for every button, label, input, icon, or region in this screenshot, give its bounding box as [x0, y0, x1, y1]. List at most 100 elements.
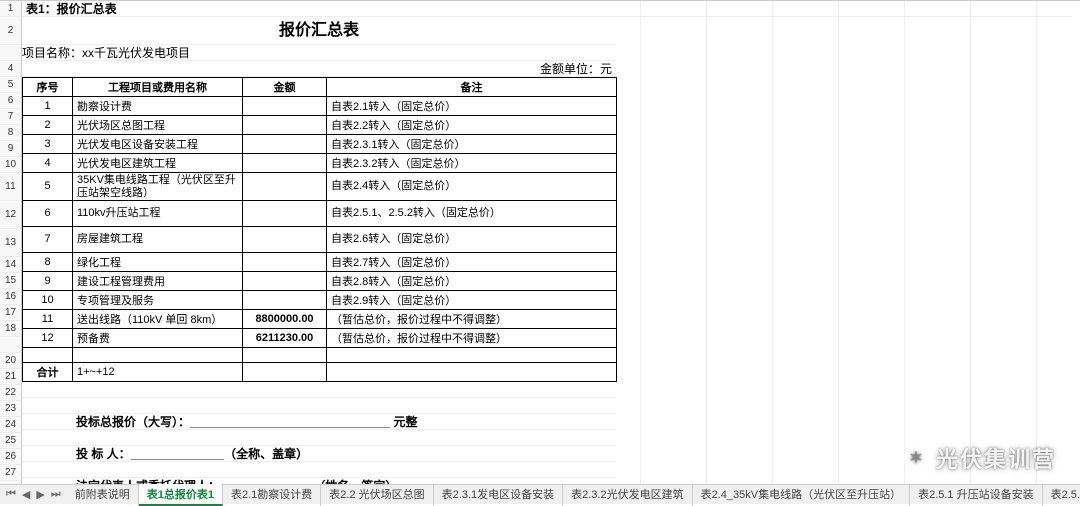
cell-name[interactable]: [73, 348, 243, 363]
row-header[interactable]: 2: [0, 17, 21, 45]
row-header[interactable]: 20: [0, 353, 21, 369]
table-row: 9建设工程管理费用 自表2.8转入（固定总价）: [23, 272, 617, 291]
cell-amount[interactable]: [243, 135, 327, 154]
cell-seq[interactable]: 9: [23, 272, 73, 291]
cell-seq[interactable]: 2: [23, 116, 73, 135]
cell-note[interactable]: 自表2.9转入（固定总价）: [327, 291, 617, 310]
cell-amount[interactable]: 6211230.00: [243, 329, 327, 348]
tab-nav-prev-icon[interactable]: ◀: [20, 488, 32, 501]
cell-name[interactable]: 送出线路（110kV 单回 8km）: [73, 310, 243, 329]
row-header[interactable]: 10: [0, 157, 21, 173]
sheet-tab[interactable]: 前附表说明: [67, 484, 139, 506]
cell-amount[interactable]: [243, 116, 327, 135]
cell-note[interactable]: 自表2.4转入（固定总价）: [327, 173, 617, 201]
table-row: 11送出线路（110kV 单回 8km）8800000.00（暂估总价，报价过程…: [23, 310, 617, 329]
sheet-tab-strip: ⏮ ◀ ▶ ⏭ 前附表说明表1总报价表1表2.1勘察设计费表2.2 光伏场区总图…: [0, 484, 1080, 504]
cell-name[interactable]: 光伏发电区建筑工程: [73, 154, 243, 173]
cell-seq[interactable]: 5: [23, 173, 73, 201]
row-header[interactable]: 13: [0, 229, 21, 257]
cell-note[interactable]: 自表2.3.1转入（固定总价）: [327, 135, 617, 154]
row-header[interactable]: 6: [0, 93, 21, 109]
cell-name[interactable]: 建设工程管理费用: [73, 272, 243, 291]
cell-note[interactable]: 自表2.7转入（固定总价）: [327, 253, 617, 272]
row-header[interactable]: 25: [0, 433, 21, 449]
cell-name[interactable]: 房屋建筑工程: [73, 227, 243, 253]
cell-seq[interactable]: [23, 348, 73, 363]
sheet-tab[interactable]: 表2.3.2光伏发电区建筑: [563, 484, 692, 506]
cell-name[interactable]: 110kv升压站工程: [73, 201, 243, 227]
cell-name[interactable]: 绿化工程: [73, 253, 243, 272]
row-header[interactable]: [0, 45, 21, 61]
cell-name[interactable]: 35KV集电线路工程（光伏区至升压站架空线路）: [73, 173, 243, 201]
cell-amount[interactable]: [243, 173, 327, 201]
sheet-tab[interactable]: 表1总报价表1: [139, 484, 223, 506]
cell-name[interactable]: 勘察设计费: [73, 97, 243, 116]
sheet-tab[interactable]: 表2.3.1发电区设备安装: [434, 484, 563, 506]
row-header[interactable]: 5: [0, 77, 21, 93]
row-header[interactable]: 18: [0, 321, 21, 337]
row-header[interactable]: 9: [0, 141, 21, 157]
row-header[interactable]: 12: [0, 201, 21, 229]
row-header[interactable]: 26: [0, 449, 21, 465]
cell-seq[interactable]: 6: [23, 201, 73, 227]
sheet-tab[interactable]: 表2.4_35kV集电线路（光伏区至升压站）: [693, 484, 910, 506]
cell-seq[interactable]: 1: [23, 97, 73, 116]
cell-seq[interactable]: 3: [23, 135, 73, 154]
cell-seq[interactable]: 7: [23, 227, 73, 253]
row-header[interactable]: [0, 337, 21, 353]
cell-amount[interactable]: 8800000.00: [243, 310, 327, 329]
row-header[interactable]: 14: [0, 257, 21, 273]
row-header[interactable]: 27: [0, 465, 21, 481]
row-header[interactable]: 15: [0, 273, 21, 289]
cell-note[interactable]: 自表2.5.1、2.5.2转入（固定总价）: [327, 201, 617, 227]
row-header[interactable]: 24: [0, 417, 21, 433]
row-header[interactable]: 23: [0, 401, 21, 417]
tab-nav-next-icon[interactable]: ▶: [34, 488, 46, 501]
tab-nav-last-icon[interactable]: ⏭: [49, 488, 63, 501]
cell-name[interactable]: 光伏发电区设备安装工程: [73, 135, 243, 154]
sheet-tab[interactable]: 表2.1勘察设计费: [223, 484, 321, 506]
cell-seq[interactable]: 10: [23, 291, 73, 310]
cell-name[interactable]: 光伏场区总图工程: [73, 116, 243, 135]
cell-seq[interactable]: 11: [23, 310, 73, 329]
cell-amount[interactable]: [243, 363, 327, 382]
cell-name[interactable]: 1+~+12: [73, 363, 243, 382]
row-header[interactable]: 17: [0, 305, 21, 321]
cell-note[interactable]: [327, 348, 617, 363]
cell-amount[interactable]: [243, 154, 327, 173]
cell-amount[interactable]: [243, 253, 327, 272]
cell-amount[interactable]: [243, 348, 327, 363]
cell-note[interactable]: （暂估总价，报价过程中不得调整）: [327, 310, 617, 329]
cell-amount[interactable]: [243, 227, 327, 253]
row-header[interactable]: 21: [0, 369, 21, 385]
cell-amount[interactable]: [243, 291, 327, 310]
cell-seq[interactable]: 合计: [23, 363, 73, 382]
cell-note[interactable]: 自表2.6转入（固定总价）: [327, 227, 617, 253]
row-header[interactable]: 1: [0, 1, 21, 17]
row-header[interactable]: 11: [0, 173, 21, 201]
row-header[interactable]: 22: [0, 385, 21, 401]
cell-note[interactable]: 自表2.3.2转入（固定总价）: [327, 154, 617, 173]
row-header[interactable]: 8: [0, 125, 21, 141]
tab-nav-first-icon[interactable]: ⏮: [4, 488, 18, 501]
cell-amount[interactable]: [243, 272, 327, 291]
sheet-tab[interactable]: 表2.5.1 升压站设备安装: [910, 484, 1043, 506]
cell-seq[interactable]: 12: [23, 329, 73, 348]
cell-note[interactable]: 自表2.1转入（固定总价）: [327, 97, 617, 116]
cell-name[interactable]: 预备费: [73, 329, 243, 348]
cell-amount[interactable]: [243, 97, 327, 116]
row-header[interactable]: 7: [0, 109, 21, 125]
cell-seq[interactable]: 8: [23, 253, 73, 272]
row-header[interactable]: 16: [0, 289, 21, 305]
cell-note[interactable]: （暂估总价，报价过程中不得调整）: [327, 329, 617, 348]
sheet-tab[interactable]: 表2.5.2_110kV升压站建筑报价清单计价表: [1043, 484, 1080, 506]
row-header[interactable]: 4: [0, 61, 21, 77]
spreadsheet-area: 1245678910111213141516171820212223242526…: [0, 0, 1080, 484]
cell-name[interactable]: 专项管理及服务: [73, 291, 243, 310]
sheet-tab[interactable]: 表2.2 光伏场区总图: [321, 484, 433, 506]
cell-note[interactable]: 自表2.8转入（固定总价）: [327, 272, 617, 291]
cell-note[interactable]: [327, 363, 617, 382]
cell-amount[interactable]: [243, 201, 327, 227]
cell-seq[interactable]: 4: [23, 154, 73, 173]
cell-note[interactable]: 自表2.2转入（固定总价）: [327, 116, 617, 135]
